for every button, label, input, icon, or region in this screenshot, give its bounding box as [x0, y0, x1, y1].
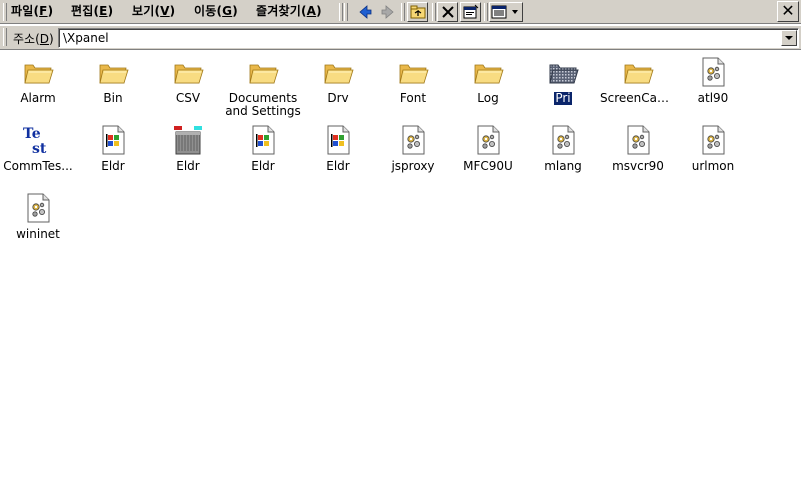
- dll-icon: [472, 124, 504, 156]
- file-item[interactable]: MFC90U: [450, 122, 526, 188]
- folder-icon: [247, 56, 279, 88]
- file-label: Bin: [103, 92, 123, 105]
- address-value: \Xpanel: [63, 31, 109, 45]
- address-dropdown-button[interactable]: [781, 30, 797, 46]
- folder-icon: [322, 56, 354, 88]
- folder-icon: [22, 56, 54, 88]
- toolbar-separator: [339, 3, 343, 21]
- file-label: CommTes...: [3, 160, 73, 173]
- close-button[interactable]: ✕: [777, 1, 799, 22]
- file-item[interactable]: urlmon: [675, 122, 751, 188]
- file-item[interactable]: Documents and Settings: [225, 54, 301, 120]
- file-label: urlmon: [691, 160, 735, 173]
- file-item[interactable]: Alarm: [0, 54, 76, 120]
- delete-icon: [441, 6, 454, 18]
- file-item[interactable]: msvcr90: [600, 122, 676, 188]
- properties-icon: [463, 4, 478, 19]
- dll-icon: [697, 124, 729, 156]
- folder-icon: [397, 56, 429, 88]
- file-item[interactable]: jsproxy: [375, 122, 451, 188]
- test-app-icon: Te st: [22, 124, 54, 157]
- file-item[interactable]: Bin: [75, 54, 151, 120]
- file-item[interactable]: Font: [375, 54, 451, 120]
- menu-go[interactable]: 이동(G): [194, 3, 238, 20]
- file-item[interactable]: CSV: [150, 54, 226, 120]
- file-label: jsproxy: [391, 160, 435, 173]
- menu-edit[interactable]: 편집(E): [71, 3, 113, 20]
- views-button[interactable]: [489, 2, 523, 22]
- file-label: mlang: [544, 160, 582, 173]
- up-folder-button[interactable]: [407, 2, 428, 22]
- menu-view[interactable]: 보기(V): [132, 3, 175, 20]
- file-list-view[interactable]: Alarm Bin CSV Documents and Settings Drv Font…: [0, 50, 801, 482]
- dll-icon: [697, 56, 729, 88]
- folder-icon: [97, 56, 129, 88]
- properties-button[interactable]: [460, 2, 481, 22]
- menubar-grip[interactable]: [3, 3, 7, 21]
- views-icon: [491, 5, 518, 19]
- menu-bar: 파일(F) 편집(E) 보기(V) 이동(G) 즐겨찾기(A) ✕: [0, 0, 801, 24]
- up-folder-icon: [410, 5, 425, 19]
- file-item[interactable]: Eldr: [75, 122, 151, 188]
- dll-icon: [22, 192, 54, 224]
- file-label: Eldr: [176, 160, 200, 173]
- svg-text:Te: Te: [23, 126, 41, 142]
- dll-icon: [397, 124, 429, 156]
- toolbar-separator: [401, 3, 405, 21]
- address-label: 주소(D): [13, 32, 54, 46]
- file-label: wininet: [16, 228, 60, 241]
- forward-button[interactable]: [377, 2, 398, 22]
- folder-icon: [172, 56, 204, 88]
- windows-app-icon: [97, 124, 129, 156]
- file-label: msvcr90: [612, 160, 664, 173]
- file-label: atl90: [697, 92, 729, 105]
- file-label: Eldr: [101, 160, 125, 173]
- network-app-icon: [172, 124, 204, 156]
- windows-app-icon: [322, 124, 354, 156]
- address-input[interactable]: \Xpanel: [58, 28, 799, 48]
- file-item[interactable]: Pri: [525, 54, 601, 120]
- delete-button[interactable]: [437, 2, 458, 22]
- file-label: MFC90U: [463, 160, 513, 173]
- file-item[interactable]: mlang: [525, 122, 601, 188]
- addressbar-grip[interactable]: [3, 28, 7, 46]
- file-label: Alarm: [20, 92, 56, 105]
- windows-app-icon: [247, 124, 279, 156]
- file-item[interactable]: wininet: [0, 190, 76, 256]
- file-label: ScreenCap...: [600, 92, 676, 105]
- file-item[interactable]: Eldr: [150, 122, 226, 188]
- file-label: Pri: [525, 92, 601, 105]
- back-button[interactable]: [354, 2, 375, 22]
- dll-icon: [622, 124, 654, 156]
- toolbar-grip[interactable]: [344, 3, 348, 21]
- file-item[interactable]: Eldr: [225, 122, 301, 188]
- file-label-selected: Pri: [554, 92, 572, 105]
- file-item[interactable]: ScreenCap...: [600, 54, 676, 120]
- file-label: Eldr: [251, 160, 275, 173]
- system-folder-icon: [547, 56, 579, 88]
- dll-icon: [547, 124, 579, 156]
- file-label: Drv: [327, 92, 349, 105]
- file-item[interactable]: Drv: [300, 54, 376, 120]
- file-label: CSV: [175, 92, 201, 105]
- file-item[interactable]: Te st CommTes...: [0, 122, 76, 188]
- menu-file[interactable]: 파일(F): [11, 3, 53, 20]
- menu-favorites[interactable]: 즐겨찾기(A): [256, 3, 322, 20]
- folder-icon: [622, 56, 654, 88]
- folder-icon: [472, 56, 504, 88]
- chevron-down-icon: [785, 36, 793, 40]
- address-bar: 주소(D) \Xpanel: [0, 25, 801, 50]
- file-item[interactable]: Eldr: [300, 122, 376, 188]
- file-label: Documents and Settings: [225, 92, 301, 118]
- toolbar-separator: [432, 3, 436, 21]
- file-label: Font: [399, 92, 427, 105]
- file-label: Eldr: [326, 160, 350, 173]
- svg-text:st: st: [32, 141, 47, 156]
- toolbar-separator: [484, 3, 488, 21]
- file-label: Log: [477, 92, 499, 105]
- file-item[interactable]: Log: [450, 54, 526, 120]
- file-item[interactable]: atl90: [675, 54, 751, 120]
- forward-arrow-icon: [381, 5, 394, 19]
- back-arrow-icon: [358, 5, 371, 19]
